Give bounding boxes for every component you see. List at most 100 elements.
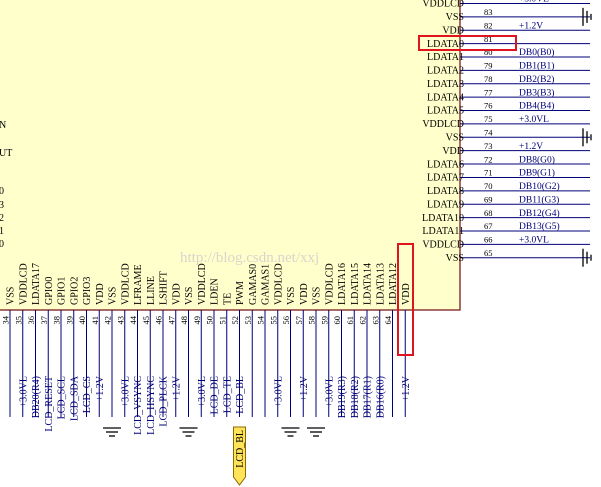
lcd-bl-port: LCD_BL	[233, 426, 246, 486]
left-edge-label: 3	[0, 200, 4, 211]
bottom-pin-name: LDATA16	[337, 263, 348, 305]
right-pin-name: VDDLCD	[422, 119, 464, 130]
bottom-net-label: +3.0VL	[18, 376, 29, 407]
right-pin-number: 74	[484, 128, 493, 138]
right-pin-number: 79	[484, 61, 493, 71]
bottom-net-label: +1.2V	[299, 375, 310, 401]
right-net-label: DB3(B3)	[519, 87, 554, 98]
bottom-pin-number: 50	[205, 316, 215, 325]
right-pin-name: VSS	[446, 133, 464, 144]
right-pin-number: 78	[484, 74, 493, 84]
right-pin-number: 72	[484, 154, 493, 164]
bottom-pin-number: 36	[26, 316, 36, 325]
right-pin-name: LDATA11	[422, 226, 464, 237]
right-pin-name: VSS	[446, 253, 464, 264]
bottom-pin-name: VDDLCD	[18, 263, 29, 305]
right-pin-name: LDATA9	[427, 199, 464, 210]
bottom-net-label: LCD_RESET	[44, 376, 55, 432]
bottom-pin-name: VSS	[184, 287, 195, 305]
right-net-label: DB1(B1)	[519, 61, 554, 72]
bottom-net-label: LCD_DE	[210, 376, 221, 414]
bottom-net-label: +3.0VL	[197, 376, 208, 407]
bottom-pin-name: VDDLCD	[197, 263, 208, 305]
bottom-pin-number: 37	[39, 316, 49, 325]
bottom-pin-number: 39	[64, 316, 74, 325]
bottom-pin-name: GAMAS1	[261, 264, 272, 305]
bottom-pin-name: LDATA13	[375, 263, 386, 305]
bottom-pin-number: 47	[166, 316, 176, 325]
bottom-pin-name: GPIO2	[69, 277, 80, 305]
right-pin-number: 65	[484, 248, 493, 258]
bottom-pin-number: 45	[141, 316, 151, 325]
bottom-pin-number: 53	[243, 316, 253, 325]
right-net-label: +1.2V	[519, 21, 543, 31]
right-pin-number: 75	[484, 114, 493, 124]
right-net-label: DB12(G4)	[519, 208, 560, 219]
bottom-pin-number: 58	[307, 316, 317, 325]
bottom-pin-number: 56	[281, 316, 291, 325]
bottom-pin-number: 38	[52, 316, 62, 325]
bottom-net-label: DB16(R0)	[375, 376, 386, 418]
right-pin-name: LDATA4	[427, 92, 464, 103]
right-pin-name: LDATA7	[427, 173, 464, 184]
right-pin-number: 66	[484, 235, 493, 245]
bottom-net-label: LCD_HSYNC	[146, 376, 157, 435]
bottom-pin-number: 42	[103, 316, 113, 325]
bottom-pin-number: 40	[77, 316, 87, 325]
bottom-pin-number: 43	[115, 316, 125, 325]
right-pin-name: LDATA0	[427, 39, 464, 50]
bottom-pin-name: LLINE	[146, 276, 157, 305]
right-net-label: +1.2V	[519, 142, 543, 152]
bottom-pin-number: 34	[1, 315, 11, 324]
bottom-net-label: +3.0VL	[273, 376, 284, 407]
right-pin-number: 70	[484, 181, 493, 191]
right-net-label: +3.0VL	[519, 236, 549, 246]
bottom-pin-name: VSS	[312, 287, 323, 305]
schematic: N UT 0 3 2 1 0 VDDLCD +3.0VL VSS 83 VDD 82 +1.2V LDAT…	[0, 0, 592, 486]
bottom-pin-number: 57	[294, 316, 304, 325]
bottom-net-label: DB19(R3)	[337, 376, 348, 418]
left-edge-label: 1	[0, 226, 4, 237]
bottom-net-label: +3.0VL	[324, 376, 335, 407]
bottom-pin-number: 51	[217, 316, 227, 325]
right-pin-name: LDATA2	[427, 66, 464, 77]
right-pin-name: VDD	[442, 25, 464, 36]
right-net-label: DB9(G1)	[519, 168, 555, 179]
bottom-pin-name: VDD	[299, 283, 310, 305]
bottom-pin-name: GPIO1	[57, 277, 68, 305]
bottom-pin-name: LDATA14	[363, 263, 374, 305]
bottom-pin-number: 44	[128, 315, 138, 324]
watermark: http://blog.csdn.net/xxj	[180, 250, 319, 266]
bottom-pin-number: 62	[358, 316, 368, 325]
bottom-pin-number: 54	[256, 315, 266, 324]
left-edge-label: 0	[0, 239, 4, 250]
bottom-pin-name: GPIO0	[44, 277, 55, 305]
bottom-net-label: +1.2V	[401, 375, 412, 401]
bottom-pin-name: VDD	[171, 283, 182, 305]
right-net-label: DB8(G0)	[519, 154, 555, 165]
bottom-pin-name: VDDLCD	[273, 263, 284, 305]
bottom-pin-name: VDDLCD	[324, 263, 335, 305]
bottom-pin-number: 49	[192, 316, 202, 325]
bottom-pin-number: 55	[268, 316, 278, 325]
bottom-net-label: +3.0VL	[120, 376, 131, 407]
bottom-pin-name: PWM	[235, 281, 246, 305]
bottom-pin-number: 52	[230, 316, 240, 325]
bottom-pin-name: VDD	[401, 283, 412, 305]
bottom-pin-number: 60	[332, 316, 342, 325]
bottom-pin-number: 46	[154, 316, 164, 325]
bottom-net-label: DB17(R1)	[363, 376, 374, 418]
bottom-pin-number: 59	[319, 316, 329, 325]
bottom-pin-number: 41	[90, 316, 100, 325]
right-pin-number: 80	[484, 47, 493, 57]
left-edge-label: N	[0, 120, 6, 131]
right-pin-name: VDDLCD	[422, 0, 464, 10]
right-pin-name: LDATA5	[427, 106, 464, 117]
bottom-pin-group: VSS 34 VDDLCD 35 +3.0VL LDATA17 36 DB20(R4) GPIO…	[1, 263, 412, 435]
bottom-pin-name: VSS	[286, 287, 297, 305]
right-pin-name: LDATA3	[427, 79, 464, 90]
right-pin-name: VDDLCD	[422, 240, 464, 251]
bottom-pin-name: VSS	[6, 287, 17, 305]
bottom-net-label: DB18(R2)	[350, 376, 361, 418]
right-net-label: +3.0VL	[519, 0, 549, 5]
